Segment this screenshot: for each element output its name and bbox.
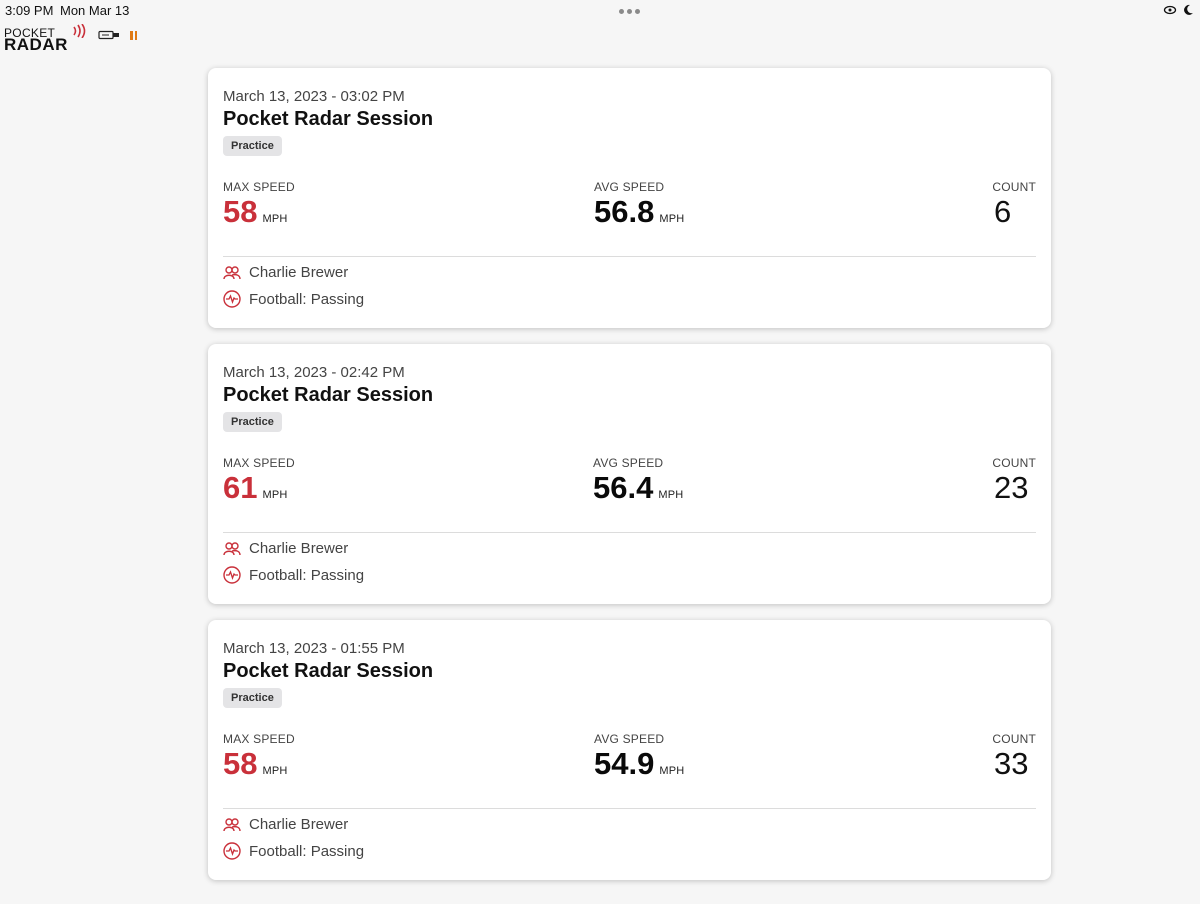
athlete-row: Charlie Brewer bbox=[223, 816, 348, 833]
session-title: Pocket Radar Session bbox=[223, 660, 434, 682]
session-card[interactable]: March 13, 2023 - 02:42 PM Pocket Radar S… bbox=[208, 344, 1051, 604]
max-speed-value: 58 bbox=[223, 194, 258, 229]
status-bar: 3:09 PM Mon Mar 13 bbox=[0, 0, 1200, 22]
session-type-tag: Practice bbox=[223, 136, 282, 156]
max-speed-label: MAX SPEED bbox=[223, 456, 295, 470]
usb-connection-icon[interactable] bbox=[98, 30, 122, 40]
activity-pulse-icon bbox=[223, 566, 241, 584]
max-speed: 61 MPH bbox=[223, 470, 288, 506]
athlete-people-icon bbox=[223, 265, 241, 279]
session-date: March 13, 2023 - 01:55 PM bbox=[223, 640, 405, 657]
avg-speed-unit: MPH bbox=[659, 213, 685, 225]
card-divider bbox=[223, 808, 1036, 809]
avg-speed-label: AVG SPEED bbox=[594, 180, 665, 194]
athlete-name: Charlie Brewer bbox=[249, 816, 349, 833]
count: 23 bbox=[994, 470, 1028, 506]
avg-speed-label: AVG SPEED bbox=[593, 456, 664, 470]
count-label: COUNT bbox=[992, 180, 1036, 194]
activity-pulse-icon bbox=[223, 290, 241, 308]
athlete-people-icon bbox=[223, 817, 241, 831]
status-right-icons bbox=[1163, 4, 1194, 16]
status-date: Mon Mar 13 bbox=[60, 3, 130, 18]
max-speed: 58 MPH bbox=[223, 746, 288, 782]
athlete-row: Charlie Brewer bbox=[223, 264, 348, 281]
max-speed: 58 MPH bbox=[223, 194, 288, 230]
max-speed-unit: MPH bbox=[262, 213, 288, 225]
pocket-radar-logo: POCKET RADAR bbox=[4, 24, 90, 54]
count-value: 23 bbox=[994, 470, 1029, 505]
do-not-disturb-moon-icon bbox=[1184, 4, 1193, 15]
session-date: March 13, 2023 - 03:02 PM bbox=[223, 88, 405, 105]
avg-speed: 56.8 MPH bbox=[594, 194, 684, 230]
count-label: COUNT bbox=[992, 456, 1036, 470]
max-speed-value: 58 bbox=[223, 746, 258, 781]
card-divider bbox=[223, 532, 1036, 533]
multitask-dots-icon[interactable] bbox=[619, 9, 640, 14]
avg-speed: 54.9 MPH bbox=[594, 746, 684, 782]
avg-speed-unit: MPH bbox=[658, 489, 684, 501]
session-type-tag: Practice bbox=[223, 688, 282, 708]
athlete-row: Charlie Brewer bbox=[223, 540, 348, 557]
athlete-name: Charlie Brewer bbox=[249, 540, 349, 557]
avg-speed-label: AVG SPEED bbox=[594, 732, 665, 746]
card-divider bbox=[223, 256, 1036, 257]
athlete-people-icon bbox=[223, 541, 241, 555]
session-type-tag: Practice bbox=[223, 412, 282, 432]
avg-speed-value: 54.9 bbox=[594, 746, 655, 781]
count-value: 33 bbox=[994, 746, 1029, 781]
activity-row: Football: Passing bbox=[223, 842, 364, 860]
activity-name: Football: Passing bbox=[249, 290, 365, 308]
max-speed-label: MAX SPEED bbox=[223, 732, 295, 746]
session-date: March 13, 2023 - 02:42 PM bbox=[223, 364, 405, 381]
radar-waves-icon bbox=[73, 24, 86, 38]
count-label: COUNT bbox=[992, 732, 1036, 746]
session-title: Pocket Radar Session bbox=[223, 108, 434, 130]
status-time: 3:09 PM bbox=[5, 3, 54, 18]
max-speed-unit: MPH bbox=[262, 489, 288, 501]
max-speed-unit: MPH bbox=[262, 765, 288, 777]
activity-name: Football: Passing bbox=[249, 842, 365, 860]
activity-row: Football: Passing bbox=[223, 290, 364, 308]
avg-speed-unit: MPH bbox=[659, 765, 685, 777]
avg-speed: 56.4 MPH bbox=[593, 470, 683, 506]
session-title: Pocket Radar Session bbox=[223, 384, 434, 406]
screen-mirroring-icon bbox=[1163, 5, 1177, 15]
avg-speed-value: 56.4 bbox=[593, 470, 654, 505]
session-card[interactable]: March 13, 2023 - 03:02 PM Pocket Radar S… bbox=[208, 68, 1051, 328]
count: 6 bbox=[994, 194, 1011, 230]
max-speed-value: 61 bbox=[223, 470, 258, 505]
athlete-name: Charlie Brewer bbox=[249, 264, 349, 281]
max-speed-label: MAX SPEED bbox=[223, 180, 295, 194]
count: 33 bbox=[994, 746, 1028, 782]
activity-row: Football: Passing bbox=[223, 566, 364, 584]
count-value: 6 bbox=[994, 194, 1012, 229]
pause-icon[interactable] bbox=[130, 31, 137, 40]
logo-text-bottom: RADAR bbox=[4, 35, 68, 54]
activity-pulse-icon bbox=[223, 842, 241, 860]
activity-name: Football: Passing bbox=[249, 566, 365, 584]
session-card[interactable]: March 13, 2023 - 01:55 PM Pocket Radar S… bbox=[208, 620, 1051, 880]
avg-speed-value: 56.8 bbox=[594, 194, 655, 229]
